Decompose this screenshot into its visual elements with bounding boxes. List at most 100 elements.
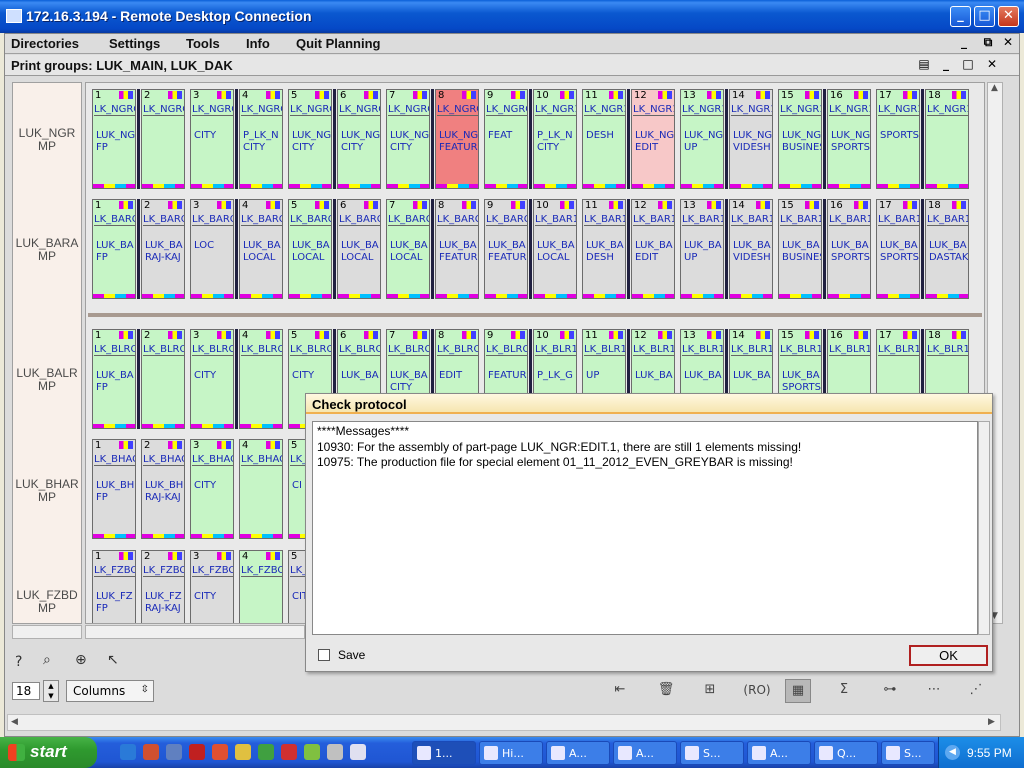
color-mode-icon[interactable]: ▦ xyxy=(785,679,811,703)
row-label-ngr[interactable]: LUK_NGR MP xyxy=(13,127,81,153)
grid-horizontal-scrollbar[interactable] xyxy=(85,625,305,639)
page-thumbnail[interactable]: 4 LK_BARO LUK_BA LOCAL xyxy=(239,199,283,299)
page-thumbnail[interactable]: 2 LK_FZBO LUK_FZ RAJ-KAJ xyxy=(141,550,185,623)
page-thumbnail[interactable]: 15 LK_BAR1 LUK_BA BUSINES xyxy=(778,199,822,299)
split-icon[interactable]: ⋯ xyxy=(921,679,947,703)
page-thumbnail[interactable]: 6 LK_BARO LUK_BA LOCAL xyxy=(337,199,381,299)
page-thumbnail[interactable]: 2 LK_BHAO LUK_BH RAJ-KAJ xyxy=(141,439,185,539)
app-icon[interactable] xyxy=(166,744,182,760)
mdi-close-button[interactable]: ✕ xyxy=(999,35,1017,52)
menu-directories[interactable]: Directories xyxy=(11,36,79,51)
add-page-icon[interactable]: ⊞ xyxy=(697,679,723,703)
zoom-page-icon[interactable]: ⌕ xyxy=(43,652,51,668)
layout-mode-select[interactable]: Columns ⇳ xyxy=(66,680,154,702)
move-page-icon[interactable]: ⇤ xyxy=(607,679,633,703)
task-chrome[interactable]: A... xyxy=(546,741,610,765)
ie-icon[interactable] xyxy=(120,744,136,760)
page-thumbnail[interactable]: 18 LK_BAR1 LUK_BA DASTAK xyxy=(925,199,969,299)
columns-count-input[interactable]: 18 xyxy=(12,682,40,700)
page-thumbnail[interactable]: 17 LK_BAR1 LUK_BA SPORTS xyxy=(876,199,920,299)
link-icon[interactable]: ⊶ xyxy=(877,679,903,703)
page-thumbnail[interactable]: 3 LK_BARO LOC xyxy=(190,199,234,299)
delete-icon[interactable]: 🗑 xyxy=(653,679,679,703)
task-acrobat[interactable]: A... xyxy=(747,741,811,765)
menu-info[interactable]: Info xyxy=(246,36,270,51)
tray-expand-icon[interactable]: ◀ xyxy=(945,745,960,760)
tool-icon[interactable] xyxy=(281,744,297,760)
mdi-restore-button[interactable]: ⧉ xyxy=(979,35,997,52)
app-horizontal-scrollbar[interactable]: ◀ ▶ xyxy=(7,714,1001,731)
task-explorer[interactable]: S... xyxy=(680,741,744,765)
page-thumbnail[interactable]: 12 LK_NGR1 LUK_NG EDIT xyxy=(631,89,675,189)
page-thumbnail[interactable]: 4 LK_BLRO xyxy=(239,329,283,429)
page-thumbnail[interactable]: 10 LK_BAR1 LUK_BA LOCAL xyxy=(533,199,577,299)
page-thumbnail[interactable]: 3 LK_FZBO CITY xyxy=(190,550,234,623)
minimize-button[interactable]: _ xyxy=(950,6,971,27)
messages-scrollbar[interactable] xyxy=(978,421,990,635)
messages-box[interactable]: ****Messages**** 10930: For the assembly… xyxy=(312,421,978,635)
mdi-minimize-button[interactable]: _ xyxy=(955,35,973,52)
task-s[interactable]: S... xyxy=(881,741,935,765)
page-thumbnail[interactable]: 14 LK_BAR1 LUK_BA VIDESH xyxy=(729,199,773,299)
page-thumbnail[interactable]: 3 LK_BLRO CITY xyxy=(190,329,234,429)
print-icon[interactable]: ▤ xyxy=(915,57,933,73)
page-thumbnail[interactable]: 14 LK_NGR1 LUK_NG VIDESH xyxy=(729,89,773,189)
page-thumbnail[interactable]: 9 LK_BARO LUK_BA FEATUR xyxy=(484,199,528,299)
document-icon[interactable] xyxy=(327,744,343,760)
row-label-balr[interactable]: LUK_BALR MP xyxy=(13,367,81,393)
page-thumbnail[interactable]: 15 LK_NGR1 LUK_NG BUSINES xyxy=(778,89,822,189)
page-thumbnail[interactable]: 3 LK_BHAO CITY xyxy=(190,439,234,539)
page-thumbnail[interactable]: 9 LK_NGRO FEAT xyxy=(484,89,528,189)
page-thumbnail[interactable]: 16 LK_BAR1 LUK_BA SPORTS xyxy=(827,199,871,299)
firefox-icon[interactable] xyxy=(143,744,159,760)
sum-icon[interactable]: Σ xyxy=(831,679,857,703)
start-button[interactable]: start xyxy=(0,737,97,768)
menu-settings[interactable]: Settings xyxy=(109,36,160,51)
page-thumbnail[interactable]: 4 LK_BHAO xyxy=(239,439,283,539)
task-folder[interactable]: Hi... xyxy=(479,741,543,765)
page-thumbnail[interactable]: 6 LK_NGRO LUK_NGCITY xyxy=(337,89,381,189)
row-label-bhar[interactable]: LUK_BHAR MP xyxy=(13,478,81,504)
page-thumbnail[interactable]: 7 LK_BARO LUK_BA LOCAL xyxy=(386,199,430,299)
page-thumbnail[interactable]: 4 LK_NGRO P_LK_NCITY xyxy=(239,89,283,189)
scroll-left-arrow[interactable]: ◀ xyxy=(11,717,18,727)
media-icon[interactable] xyxy=(350,744,366,760)
row-label-fzbd[interactable]: LUK_FZBD MP xyxy=(13,589,81,615)
page-thumbnail[interactable]: 8 LK_BARO LUK_BA FEATUR xyxy=(435,199,479,299)
page-thumbnail[interactable]: 12 LK_BAR1 LUK_BA EDIT xyxy=(631,199,675,299)
page-thumbnail[interactable]: 17 LK_NGR1 SPORTS xyxy=(876,89,920,189)
page-thumbnail[interactable]: 2 LK_NGRO xyxy=(141,89,185,189)
tree-icon[interactable] xyxy=(258,744,274,760)
page-thumbnail[interactable]: 13 LK_NGR1 LUK_NG UP xyxy=(680,89,724,189)
page-thumbnail[interactable]: 5 LK_BARO LUK_BA LOCAL xyxy=(288,199,332,299)
inner-restore-button[interactable]: □ xyxy=(959,57,977,73)
folder-icon[interactable] xyxy=(235,744,251,760)
page-thumbnail[interactable]: 1 LK_FZBO LUK_FZ FP xyxy=(92,550,136,623)
pointer-icon[interactable]: ↖ xyxy=(107,652,119,668)
page-thumbnail[interactable]: 4 LK_FZBO xyxy=(239,550,283,623)
page-thumbnail[interactable]: 5 LK_NGRO LUK_NGCITY xyxy=(288,89,332,189)
help-button[interactable]: ? xyxy=(15,654,22,670)
page-thumbnail[interactable]: 1 LK_BARO LUK_BA FP xyxy=(92,199,136,299)
page-thumbnail[interactable]: 11 LK_NGR1 DESH xyxy=(582,89,626,189)
page-thumbnail[interactable]: 18 LK_NGR1 xyxy=(925,89,969,189)
acrobat-icon[interactable] xyxy=(189,744,205,760)
page-thumbnail[interactable]: 10 LK_NGR1 P_LK_N CITY xyxy=(533,89,577,189)
menu-quit-planning[interactable]: Quit Planning xyxy=(296,36,381,51)
menu-tools[interactable]: Tools xyxy=(186,36,220,51)
scroll-right-arrow[interactable]: ▶ xyxy=(988,717,995,727)
page-thumbnail[interactable]: 11 LK_BAR1 LUK_BA DESH xyxy=(582,199,626,299)
ok-button[interactable]: OK xyxy=(909,645,988,666)
page-thumbnail[interactable]: 3 LK_NGRO CITY xyxy=(190,89,234,189)
page-thumbnail[interactable]: 2 LK_BLRO xyxy=(141,329,185,429)
pdf-icon[interactable] xyxy=(212,744,228,760)
columns-stepper[interactable]: ▲ ▼ xyxy=(43,680,59,702)
task-app[interactable]: A... xyxy=(613,741,677,765)
page-thumbnail[interactable]: 8 LK_NGRO LUK_NGFEATUR xyxy=(435,89,479,189)
inner-minimize-button[interactable]: _ xyxy=(937,57,955,73)
row-label-bara[interactable]: LUK_BARA MP xyxy=(13,237,81,263)
network-icon[interactable]: ⋰ xyxy=(963,679,989,703)
page-thumbnail[interactable]: 16 LK_NGR1 LUK_NG SPORTS xyxy=(827,89,871,189)
inner-close-button[interactable]: ✕ xyxy=(983,57,1001,73)
scroll-up-arrow[interactable]: ▲ xyxy=(991,83,998,93)
